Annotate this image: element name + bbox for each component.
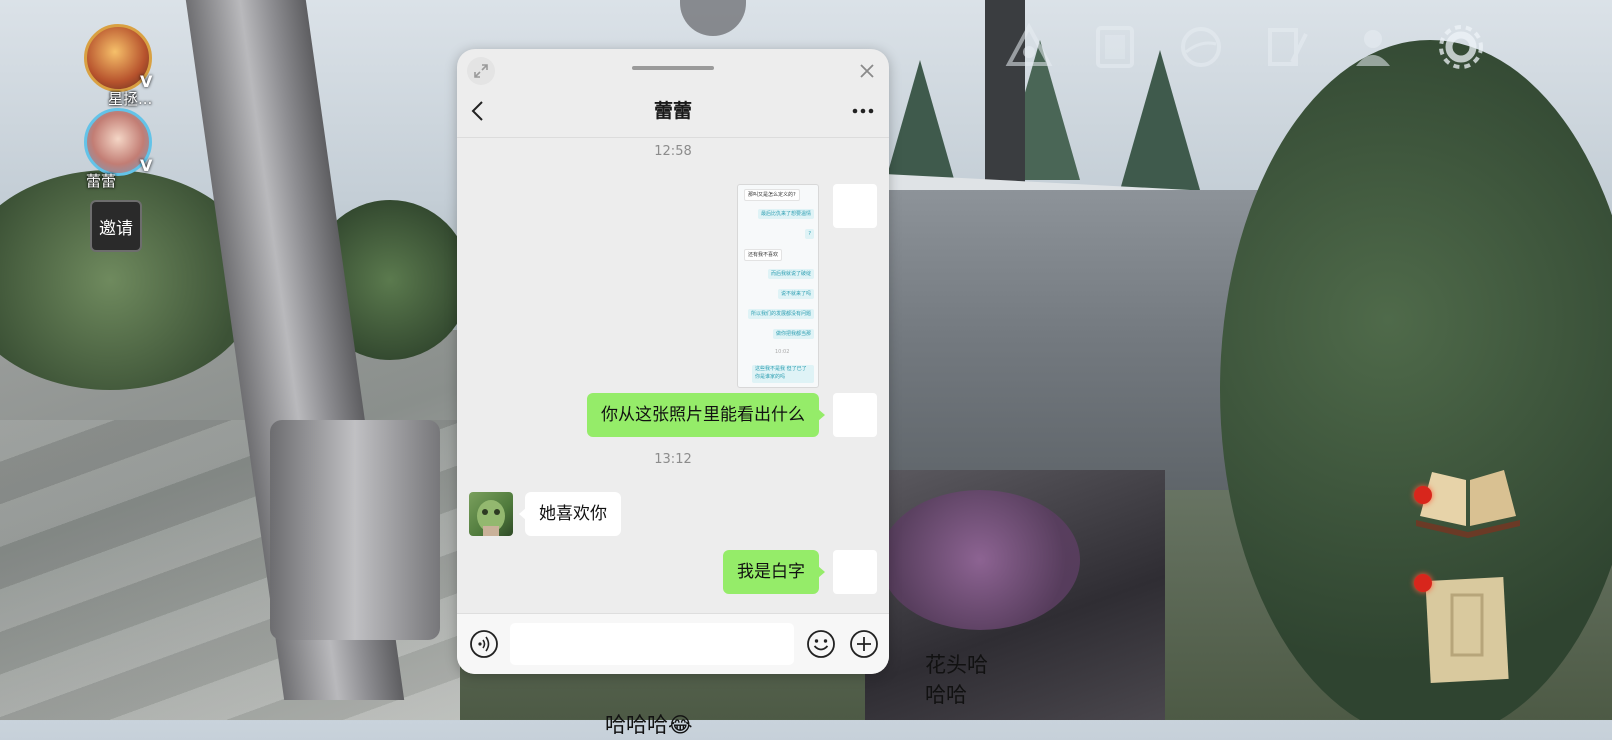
image-text-line: 说不就来了吗 xyxy=(777,289,814,299)
message-bubble-other[interactable]: 她喜欢你 xyxy=(519,492,621,536)
contact-avatar[interactable] xyxy=(469,492,513,536)
self-avatar[interactable] xyxy=(833,184,877,228)
close-icon[interactable] xyxy=(853,57,881,85)
add-attachment-icon[interactable] xyxy=(849,629,879,659)
globe-icon[interactable] xyxy=(1176,22,1226,72)
header-divider xyxy=(457,137,889,138)
vip-badge: V xyxy=(140,156,153,175)
image-text-line: 最后比仇来了想要温情 xyxy=(757,209,814,219)
voice-input-icon[interactable] xyxy=(469,629,499,659)
image-text-line: 而后我就说了破绽 xyxy=(767,269,814,279)
message-text-input[interactable] xyxy=(510,623,794,665)
more-options-icon[interactable] xyxy=(851,101,875,121)
book-icon[interactable] xyxy=(1412,470,1524,540)
emoji-icon[interactable] xyxy=(806,629,836,659)
message-timestamp: 12:58 xyxy=(654,144,692,159)
self-avatar[interactable] xyxy=(833,393,877,437)
purple-plant xyxy=(880,490,1080,630)
image-text-line: 这些我不是我 但了已了你是谁家的吗 xyxy=(752,365,814,383)
message-bubble-self[interactable]: 你从这张照片里能看出什么 xyxy=(587,393,825,437)
notification-dot xyxy=(1414,486,1432,504)
notes-icon[interactable] xyxy=(1262,22,1312,72)
invite-button[interactable]: 邀请 xyxy=(90,200,142,252)
expand-icon[interactable] xyxy=(467,57,495,85)
settings-gear-icon[interactable] xyxy=(1436,22,1486,72)
image-text-line: ? xyxy=(805,229,814,239)
triangle-emblem-icon[interactable] xyxy=(1004,22,1054,72)
pillar-base xyxy=(270,420,440,640)
image-text-line: 那叫又是怎么定义的? xyxy=(744,189,800,201)
message-bubble-self[interactable]: 我是白字 xyxy=(723,550,825,594)
image-text-line: 所以我们的发展都没有问题 xyxy=(747,309,814,319)
self-avatar[interactable] xyxy=(833,550,877,594)
teammate-name: 蕾蕾 xyxy=(86,172,117,190)
caption-line: 哈哈哈😂 xyxy=(605,713,693,737)
drag-handle[interactable] xyxy=(632,66,714,70)
message-timestamp: 13:12 xyxy=(654,452,692,467)
friends-icon[interactable] xyxy=(1348,22,1398,72)
image-text-line: 做你把我都当那 xyxy=(772,329,814,339)
chat-title: 蕾蕾 xyxy=(653,100,692,122)
player-name: 星拯... xyxy=(108,90,153,108)
codex-icon[interactable] xyxy=(1090,22,1140,72)
image-text-line: 10:02 xyxy=(775,349,790,355)
image-text-line: 还有我不喜欢 xyxy=(744,249,783,261)
notification-dot xyxy=(1414,574,1432,592)
map-icon[interactable] xyxy=(1422,575,1512,685)
chat-window: 蕾蕾 12:58 那叫又是怎么定义的? 最后比仇来了想要温情 ? 还有我不喜欢 … xyxy=(457,49,889,674)
image-message[interactable]: 那叫又是怎么定义的? 最后比仇来了想要温情 ? 还有我不喜欢 而后我就说了破绽 … xyxy=(737,184,819,388)
message-input-bar xyxy=(457,613,889,674)
